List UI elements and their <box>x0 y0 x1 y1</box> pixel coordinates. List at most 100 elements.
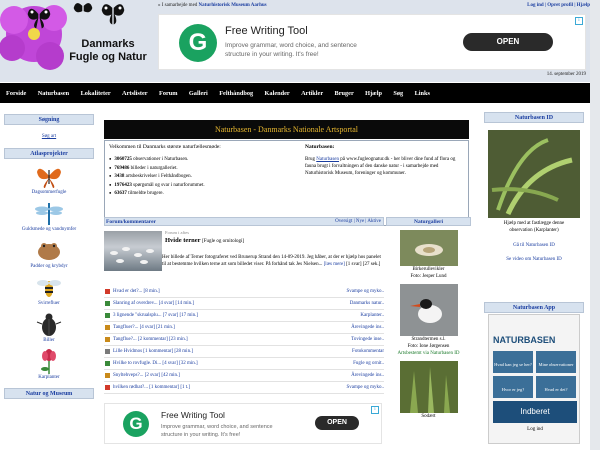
nav-item-forum[interactable]: Forum <box>159 90 178 97</box>
forum-row-title[interactable]: hvilken rødhat?... [1 kommentar] [1 t.] <box>113 382 190 394</box>
atlas-item-label: Karplanter <box>38 375 60 380</box>
cooperation-partner-link[interactable]: Naturhistorisk Museum Aarhus <box>199 3 267 8</box>
forum-row-title[interactable]: Snyltehveps?... [2 svar] [42 min.] <box>113 370 180 382</box>
forum-row[interactable]: hvilken rødhat?... [1 kommentar] [1 t.] S… <box>104 382 384 394</box>
atlas-item-padder[interactable]: Padder og krybdyr <box>0 236 98 269</box>
forum-title: Forum/kommentarer <box>106 219 156 225</box>
atlas-item-svirrefluer[interactable]: Svirrefluer <box>0 273 98 306</box>
top-advertisement[interactable]: G Free Writing Tool Improve grammar, wor… <box>158 14 586 70</box>
forum-row-category[interactable]: Tovingede inse.. <box>351 334 384 346</box>
butterfly-icon <box>35 162 63 190</box>
forum-row-title[interactable]: Slanring af overdrev... [4 svar] [14 min… <box>113 298 194 310</box>
app-section: Naturbasen App NATURBASEN Hvad kan jeg s… <box>484 302 584 450</box>
nav-item-naturbasen[interactable]: Naturbasen <box>38 90 70 97</box>
gallery-caption[interactable]: Sodært <box>386 413 471 420</box>
forum-row[interactable]: Lille Hvidmos [1 kommentar] [28 min.] Fot… <box>104 346 384 358</box>
forum-row[interactable]: Hvilke to rovfugle. Di... [4 svar] [32 m… <box>104 358 384 370</box>
flag-icon <box>105 313 110 318</box>
stat-item: 1976423 spørgsmål og svar i naturforumme… <box>109 181 299 190</box>
forum-row-category[interactable]: Fugle og ornit.. <box>353 358 384 370</box>
ad-description-line1: Improve grammar, word choice, and senten… <box>161 424 273 430</box>
gallery-credit: Foto: Ione Jørgensen <box>407 344 450 349</box>
featured-post[interactable]: Forum i aftes Hvide terner [Fugle og orn… <box>104 226 384 286</box>
forum-row-category[interactable]: Svampe og myko.. <box>347 382 385 394</box>
stat-text: observationer i Naturbasen. <box>133 157 189 162</box>
nav-item-artslister[interactable]: Artslister <box>122 90 148 97</box>
ad-open-button[interactable]: OPEN <box>463 33 553 51</box>
forum-row[interactable]: Slanring af overdrev... [4 svar] [14 min… <box>104 298 384 310</box>
nav-item-kalender[interactable]: Kalender <box>265 90 290 97</box>
ad-open-button[interactable]: OPEN <box>315 416 359 430</box>
gallery-credit: Foto: Jesper Lund <box>410 274 447 279</box>
forum-row-category[interactable]: Årevingede ins.. <box>351 322 384 334</box>
site-logo[interactable]: Danmarks Fugle og Natur <box>0 0 150 82</box>
portal-title: Naturbasen - Danmarks Nationale Artsport… <box>104 120 469 139</box>
dragonfly-icon <box>35 199 63 227</box>
gallery-caption[interactable]: Strandtermen s.l. <box>386 336 471 343</box>
forum-row-title[interactable]: Hvad er det?... [8 min.] <box>113 286 160 298</box>
atlas-item-dagsommerfugle[interactable]: Dagsommerfugle <box>0 162 98 195</box>
forum-row-title[interactable]: Hvilke to rovfugle. Di... [4 svar] [32 m… <box>113 358 198 370</box>
atlas-item-karplanter[interactable]: Karplanter <box>0 347 98 380</box>
atlas-item-label: Padder og krybdyr <box>30 264 68 269</box>
id-video-link[interactable]: Se video om Naturbasen ID <box>484 257 584 262</box>
nav-item-lokaliteter[interactable]: Lokaliteter <box>81 90 111 97</box>
nav-item-felthandbog[interactable]: Felthåndbog <box>219 90 253 97</box>
forum-row-category[interactable]: Danmarks natur.. <box>350 298 384 310</box>
nav-item-forside[interactable]: Forside <box>6 90 26 97</box>
atlas-item-guldsmede[interactable]: Guldsmede og vandnymfer <box>0 199 98 232</box>
search-species-link[interactable]: Søg art <box>0 134 98 139</box>
nav-item-artikler[interactable]: Artikler <box>301 90 323 97</box>
forum-row-title[interactable]: Tangfluer?... [4 svar] [21 min.] <box>113 322 175 334</box>
forum-row-title[interactable]: Tangflue?... [2 kommentar] [23 min.] <box>113 334 188 346</box>
naturbasen-link[interactable]: Naturbasen <box>316 157 339 162</box>
forum-row[interactable]: 3 lignende "skrualsplu... [7 svar] [17 m… <box>104 310 384 322</box>
nav-item-links[interactable]: Links <box>415 90 430 97</box>
id-caption-line2: observation (Karplanter) <box>509 228 559 233</box>
main-nav: Forside Naturbasen Lokaliteter Artsliste… <box>0 83 600 103</box>
flag-icon <box>105 373 110 378</box>
id-observation-photo[interactable] <box>488 130 580 218</box>
stat-number: 769486 <box>114 165 130 171</box>
search-section-head: Søgning <box>4 114 94 125</box>
forum-row-category[interactable]: Karplanter.. <box>360 310 384 322</box>
forum-row[interactable]: Tangfluer?... [4 svar] [21 min.] Årevinge… <box>104 322 384 334</box>
gallery-photo-moth[interactable] <box>399 230 458 266</box>
forum-row-title[interactable]: 3 lignende "skrualsplu... [7 svar] [17 m… <box>113 310 198 322</box>
nav-item-galleri[interactable]: Galleri <box>189 90 208 97</box>
read-more-link[interactable]: [læs mere] <box>324 262 345 267</box>
right-sidebar: Naturbasen ID Hjælp med at fastlægge den… <box>484 112 584 450</box>
nav-item-bruger[interactable]: Bruger <box>335 90 354 97</box>
app-screenshot[interactable]: NATURBASEN Hvad kan jeg se her? Mine obs… <box>488 314 580 444</box>
nav-item-hjaelp[interactable]: Hjælp <box>365 90 382 97</box>
forum-row-category[interactable]: Fotokommentar <box>352 346 384 358</box>
forum-row-category[interactable]: Årevingede ins.. <box>351 370 384 382</box>
museum-section-head: Natur og Museum <box>4 388 94 399</box>
forum-filter-links[interactable]: Oversigt | Nye | Aktive <box>335 218 381 226</box>
cooperation-prefix: » I samarbejde med <box>158 3 198 8</box>
ad-info-icon[interactable]: i <box>371 406 379 414</box>
featured-post-title[interactable]: Hvide terner [Fugle og ornitologi] <box>165 237 244 244</box>
gallery-photo-tern[interactable] <box>399 284 458 336</box>
atlas-item-label: Svirrefluer <box>38 301 60 306</box>
gallery-caption[interactable]: Birkerullevikler <box>386 266 471 273</box>
forum-row[interactable]: Snyltehveps?... [2 svar] [42 min.] Årevin… <box>104 370 384 382</box>
forum-row[interactable]: Hvad er det?... [8 min.] Svampe og myko.. <box>104 286 384 298</box>
forum-row-category[interactable]: Svampe og myko.. <box>347 286 385 298</box>
ad-info-icon[interactable]: i <box>575 17 583 25</box>
login-links[interactable]: Log ind | Opret profil | Hjælp <box>527 3 590 8</box>
main-content: Naturbasen - Danmarks Nationale Artsport… <box>104 120 480 450</box>
gallery-head: Naturgalleri <box>386 217 471 226</box>
scrollbar[interactable] <box>590 0 600 450</box>
naturbasen-text-pre: Brug <box>305 157 315 162</box>
forum-row-title[interactable]: Lille Hvidmos [1 kommentar] [28 min.] <box>113 346 193 358</box>
nav-item-sog[interactable]: Søg <box>393 90 403 97</box>
go-to-id-link[interactable]: Gå til Naturbasen ID <box>484 243 584 248</box>
bottom-advertisement[interactable]: G Free Writing Tool Improve grammar, wor… <box>104 403 382 444</box>
atlas-item-biller[interactable]: Biller <box>0 310 98 343</box>
gallery-id-link[interactable]: Artsbestemt via Naturbasen ID <box>386 350 471 357</box>
stats-list: 3060725 observationer i Naturbasen. 7694… <box>109 155 299 198</box>
forum-row[interactable]: Tangflue?... [2 kommentar] [23 min.] Tovi… <box>104 334 384 346</box>
gallery-photo-plant[interactable] <box>399 361 458 413</box>
featured-post-image[interactable] <box>104 231 162 271</box>
